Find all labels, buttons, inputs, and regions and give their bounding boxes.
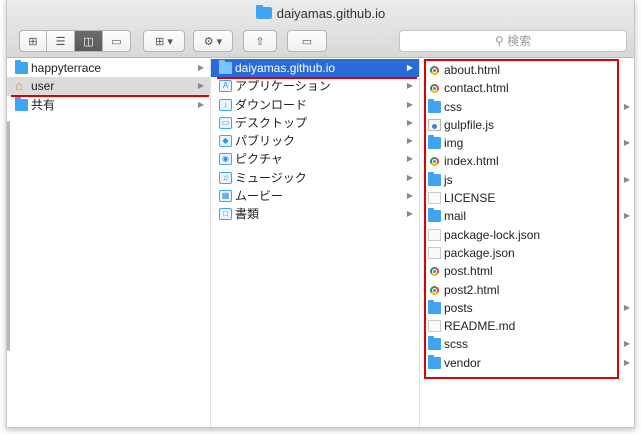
chevron-right-icon: ▶	[406, 209, 413, 219]
list-item-movies[interactable]: ▦ ムービー ▶	[211, 187, 419, 205]
toolbar: daiyamas.github.io ⊞ ☰ ◫ ▭ ⊞ ▾ ⚙ ▾ ⇧ ▭ ⚲…	[7, 0, 634, 58]
column-2[interactable]: daiyamas.github.io ▶ A アプリケーション ▶ ↓ ダウンロ…	[211, 59, 420, 427]
chevron-right-icon: ▶	[406, 154, 413, 164]
item-label: ミュージック	[235, 170, 307, 185]
desktop-folder-icon: ▭	[219, 116, 232, 129]
public-folder-icon: ◆	[219, 135, 232, 148]
chevron-right-icon: ▶	[623, 138, 630, 148]
chevron-right-icon: ▶	[623, 302, 630, 312]
chevron-right-icon: ▶	[197, 63, 204, 72]
item-label: happyterrace	[31, 61, 102, 75]
annotation-box-files	[424, 59, 619, 379]
annotation-underline-user	[11, 95, 209, 97]
home-icon: ⌂	[15, 78, 23, 94]
chevron-right-icon: ▶	[197, 99, 204, 109]
chevron-right-icon: ▶	[406, 172, 413, 182]
item-label: 共有	[31, 97, 56, 112]
column-1[interactable]: happyterrace ▶ ⌂ user ▶ 共有 ▶	[7, 59, 211, 427]
annotation-underline-folder	[217, 77, 417, 79]
window-title-text: daiyamas.github.io	[276, 6, 386, 21]
item-label: アプリケーション	[235, 79, 331, 94]
chevron-right-icon: ▶	[623, 211, 630, 221]
list-item-shared[interactable]: 共有 ▶	[7, 96, 210, 114]
chevron-right-icon: ▶	[406, 81, 413, 91]
item-label: ピクチャ	[235, 152, 283, 167]
folder-icon	[15, 60, 28, 74]
chevron-right-icon: ▶	[623, 339, 630, 349]
chevron-right-icon: ▶	[406, 117, 413, 127]
chevron-right-icon: ▶	[197, 81, 204, 91]
icon-view-icon[interactable]: ⊞	[19, 30, 47, 52]
list-item-applications[interactable]: A アプリケーション ▶	[211, 77, 419, 95]
item-label: 書類	[235, 207, 260, 222]
folder-icon	[219, 60, 232, 74]
folder-icon	[255, 5, 272, 19]
music-folder-icon: ♫	[219, 171, 232, 184]
item-label: daiyamas.github.io	[235, 61, 336, 75]
chevron-right-icon: ▶	[406, 63, 413, 72]
chevron-right-icon: ▶	[406, 136, 413, 146]
gear-icon[interactable]: ⚙ ▾	[193, 30, 233, 52]
chevron-right-icon: ▶	[623, 357, 630, 367]
list-item-desktop[interactable]: ▭ デスクトップ ▶	[211, 114, 419, 132]
chevron-right-icon: ▶	[623, 174, 630, 184]
list-item-music[interactable]: ♫ ミュージック ▶	[211, 169, 419, 187]
column-view-icon[interactable]: ◫	[75, 30, 103, 52]
movies-folder-icon: ▦	[219, 190, 232, 203]
list-item-pictures[interactable]: ◉ ピクチャ ▶	[211, 150, 419, 168]
tag-icon[interactable]: ▭	[287, 30, 327, 52]
pictures-folder-icon: ◉	[219, 153, 232, 166]
downloads-folder-icon: ↓	[219, 98, 232, 111]
window-title: daiyamas.github.io	[7, 5, 634, 21]
list-view-icon[interactable]: ☰	[47, 30, 75, 52]
applications-folder-icon: A	[219, 80, 232, 93]
finder-window: daiyamas.github.io ⊞ ☰ ◫ ▭ ⊞ ▾ ⚙ ▾ ⇧ ▭ ⚲…	[6, 0, 635, 428]
list-item-user[interactable]: ⌂ user ▶	[7, 77, 210, 96]
chevron-right-icon: ▶	[623, 101, 630, 111]
item-label: user	[31, 79, 55, 94]
list-item-documents[interactable]: □ 書類 ▶	[211, 205, 419, 223]
list-item-public[interactable]: ◆ パブリック ▶	[211, 132, 419, 150]
list-item-daiyamas-github-io[interactable]: daiyamas.github.io ▶	[211, 59, 419, 78]
chevron-right-icon: ▶	[406, 191, 413, 201]
item-label: ムービー	[235, 189, 284, 204]
item-label: ダウンロード	[235, 97, 308, 112]
scrollbar[interactable]	[7, 121, 10, 351]
list-item-happyterrace[interactable]: happyterrace ▶	[7, 59, 210, 77]
list-item-downloads[interactable]: ↓ ダウンロード ▶	[211, 96, 419, 114]
arrange-icon[interactable]: ⊞ ▾	[143, 30, 185, 52]
search-field[interactable]: ⚲ 検索	[399, 30, 627, 52]
item-label: デスクトップ	[235, 115, 308, 130]
folder-icon	[15, 96, 28, 111]
item-label: パブリック	[235, 134, 296, 149]
share-icon[interactable]: ⇧	[243, 30, 277, 52]
documents-folder-icon: □	[219, 208, 232, 221]
search-placeholder: 検索	[507, 34, 532, 48]
coverflow-view-icon[interactable]: ▭	[103, 30, 131, 52]
view-mode-control: ⊞ ☰ ◫ ▭	[19, 30, 131, 52]
search-icon: ⚲	[494, 34, 504, 48]
chevron-right-icon: ▶	[406, 99, 413, 109]
